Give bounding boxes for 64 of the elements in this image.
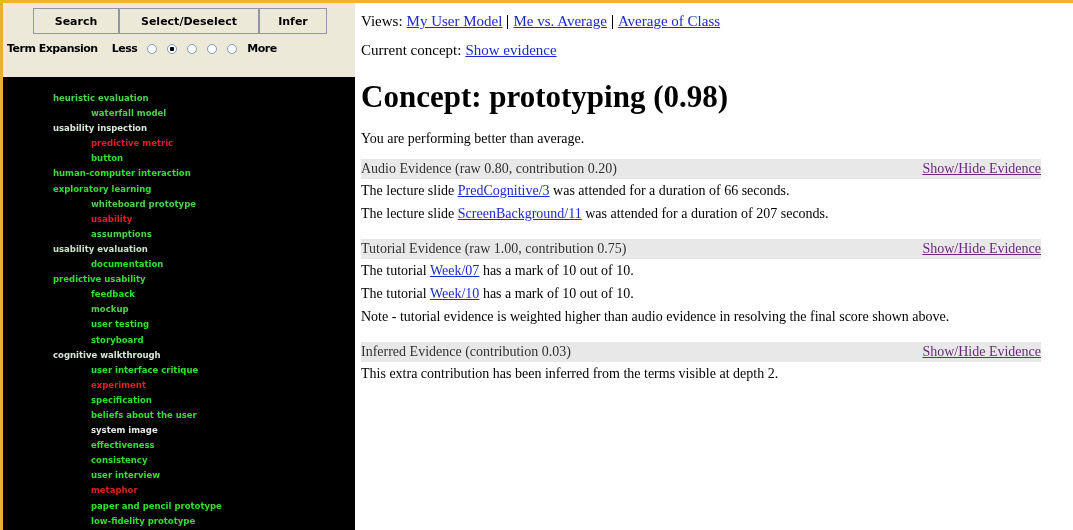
view-link[interactable]: Me vs. Average (513, 13, 607, 30)
views-label: Views: (361, 13, 403, 30)
term-label[interactable]: user testing (91, 319, 150, 330)
term-label[interactable]: system image (91, 425, 158, 436)
summary-text: You are performing better than average. (361, 131, 586, 147)
radio-button[interactable] (147, 43, 158, 54)
less-label: Less (111, 42, 138, 55)
show-hide-link[interactable]: Show/Hide Evidence (922, 161, 1041, 177)
more-label: More (247, 42, 277, 55)
evidence-text: This extra contribution has been inferred from the terms visible at depth 2. (361, 365, 780, 383)
evidence-link[interactable]: ScreenBackground/11 (457, 206, 582, 221)
term-label[interactable]: mockup (91, 304, 129, 315)
term-label[interactable]: usability (91, 213, 133, 224)
show-evidence-link[interactable]: Show evidence (465, 42, 557, 59)
term-label[interactable]: heuristic evaluation (53, 93, 149, 103)
evidence-link[interactable]: PredCognitive/3 (457, 183, 550, 198)
term-label[interactable]: whiteboard prototype (91, 198, 196, 209)
view-link[interactable]: Average of Class (617, 13, 721, 30)
term-label[interactable]: human-computer interaction (53, 168, 191, 179)
term-label[interactable]: predictive usability (53, 274, 146, 285)
concept-title: Concept: prototyping (0.98) (361, 79, 730, 115)
evidence-title: Inferred Evidence (contribution 0.03) (361, 344, 571, 360)
term-label[interactable]: specification (91, 394, 152, 405)
evidence-link[interactable]: Week/07 (429, 263, 480, 278)
toolbar-button[interactable]: Select/Deselect (119, 8, 259, 34)
current-concept-label: Current concept: (361, 42, 462, 59)
term-label[interactable]: documentation (91, 259, 164, 270)
evidence-text: Note - tutorial evidence is weighted higher than audio evidence in resolving the final score shown above. (361, 308, 951, 326)
toolbar-button[interactable]: Search (33, 8, 119, 34)
radio-button[interactable] (167, 43, 178, 54)
term-label[interactable]: user interview (91, 470, 161, 481)
radio-button[interactable] (187, 43, 198, 54)
term-label[interactable]: experiment (91, 379, 146, 390)
view-link[interactable]: My User Model (406, 13, 503, 30)
term-label[interactable]: assumptions (91, 228, 152, 239)
toolbar-button[interactable]: Infer (259, 8, 327, 34)
term-label[interactable]: beliefs about the user (91, 409, 197, 420)
evidence-text: The tutorial Week/10 has a mark of 10 out of 10. (361, 285, 635, 303)
term-label[interactable]: usability inspection (53, 123, 147, 134)
evidence-title: Tutorial Evidence (raw 1.00, contribution 0.75) (361, 241, 627, 257)
evidence-text: The tutorial Week/07 has a mark of 10 out of 10. (361, 262, 635, 280)
term-label[interactable]: exploratory learning (53, 183, 152, 194)
show-hide-link[interactable]: Show/Hide Evidence (922, 241, 1041, 257)
term-label[interactable]: usability evaluation (53, 243, 148, 254)
evidence-text: The lecture slide ScreenBackground/11 was attended for a duration of 207 seconds. (361, 205, 830, 223)
evidence-title: Audio Evidence (raw 0.80, contribution 0.20) (361, 161, 617, 177)
term-label[interactable]: effectiveness (91, 440, 155, 451)
term-label[interactable]: cognitive walkthrough (53, 349, 161, 360)
show-hide-link[interactable]: Show/Hide Evidence (922, 344, 1041, 360)
term-label[interactable]: paper and pencil prototype (91, 500, 222, 511)
term-label[interactable]: button (91, 153, 124, 164)
term-label[interactable]: storyboard (91, 334, 144, 345)
term-label[interactable]: consistency (91, 455, 148, 466)
evidence-text: The lecture slide PredCognitive/3 was attended for a duration of 66 seconds. (361, 182, 791, 200)
term-label[interactable]: feedback (91, 289, 135, 300)
term-expansion-label: Term Expansion (7, 42, 98, 55)
term-label[interactable]: low-fidelity prototype (91, 515, 196, 526)
term-label[interactable]: user interface critique (91, 364, 199, 375)
term-label[interactable]: waterfall model (91, 108, 167, 119)
radio-button[interactable] (227, 43, 238, 54)
evidence-link[interactable]: Week/10 (429, 286, 480, 301)
term-label[interactable]: metaphor (91, 485, 138, 496)
radio-button[interactable] (207, 43, 218, 54)
term-label[interactable]: predictive metric (91, 138, 174, 149)
